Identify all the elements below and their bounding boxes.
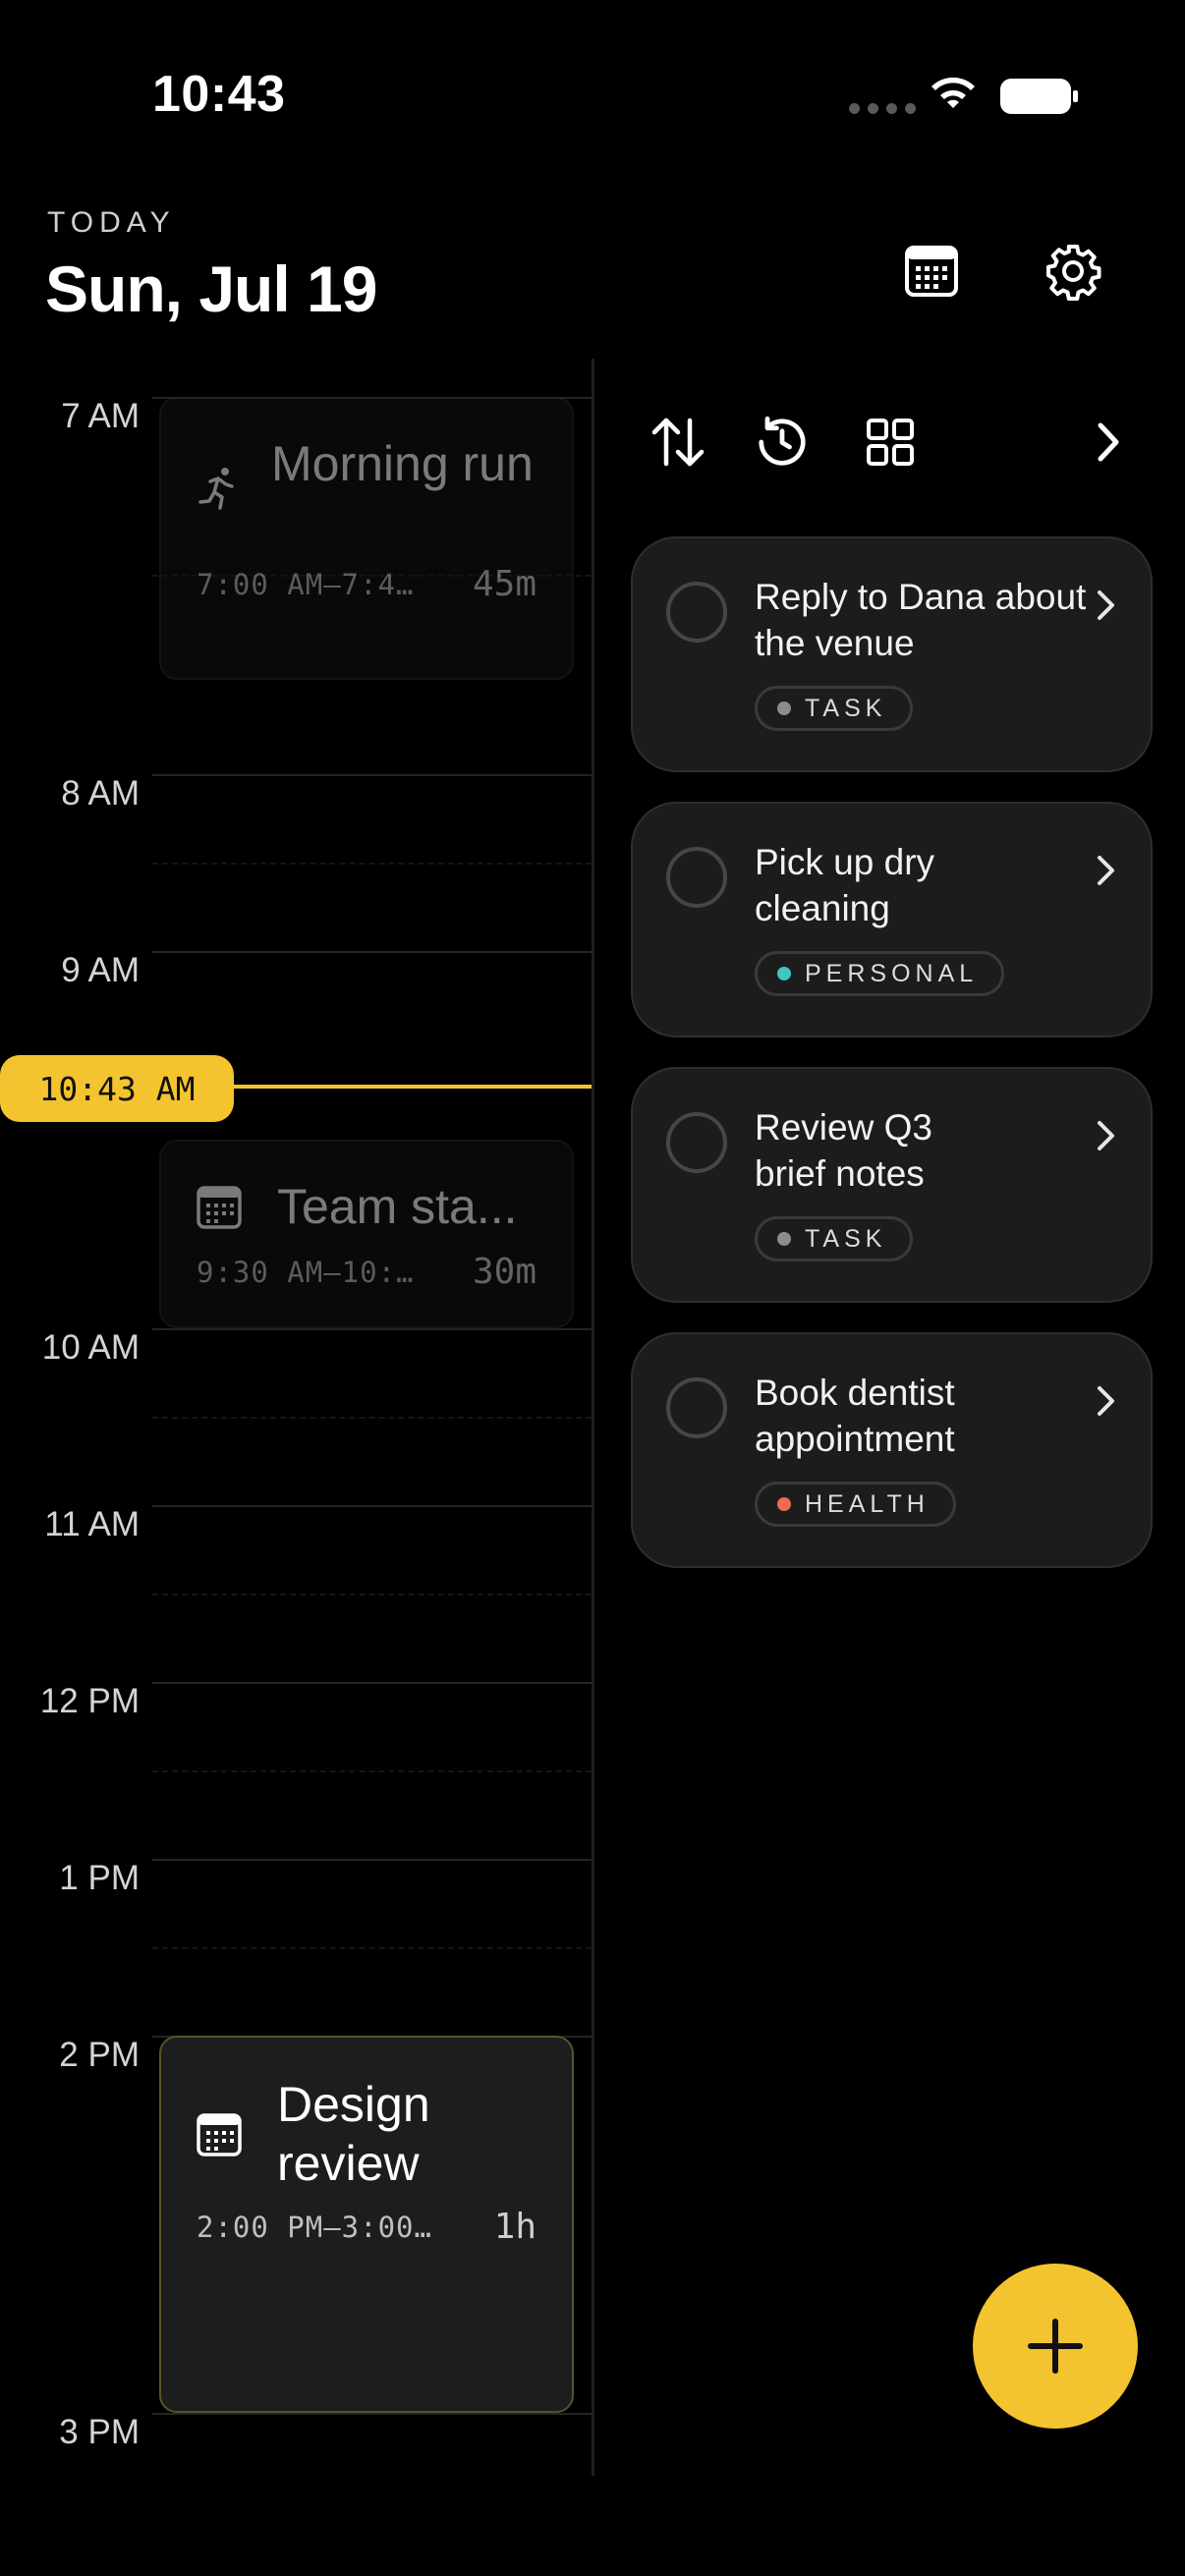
tag-label: TASK — [805, 1224, 887, 1253]
history-button[interactable] — [751, 411, 814, 474]
hour-label: 9 AM — [61, 951, 140, 989]
calendar-icon — [197, 1186, 242, 1229]
task-card[interactable]: Review Q3 brief notes TASK — [631, 1067, 1153, 1303]
chevron-right-icon — [1098, 1121, 1114, 1150]
hour-line — [152, 1505, 592, 1507]
grid-view-button[interactable] — [859, 411, 922, 474]
tag-dot — [777, 1232, 791, 1246]
task-card[interactable]: Pick up dry cleaning PERSONAL — [631, 802, 1153, 1037]
hour-label: 10 AM — [41, 1328, 140, 1367]
calendar-icon — [197, 2113, 242, 2156]
page-title: Sun, Jul 19 — [45, 252, 377, 325]
current-time-line — [197, 1085, 592, 1089]
task-tag: PERSONAL — [755, 951, 1005, 996]
add-button[interactable] — [973, 2264, 1138, 2429]
sort-button[interactable] — [647, 411, 709, 474]
task-checkbox[interactable] — [666, 1112, 727, 1173]
half-hour-line — [152, 1947, 592, 1949]
hour-line — [152, 1682, 592, 1684]
event-duration: 1h — [493, 2207, 536, 2247]
event-design-review[interactable]: Design review 2:00 PM–3:00… 1h — [159, 2036, 574, 2413]
task-tag: HEALTH — [755, 1482, 956, 1527]
task-title: Book dentist appointment — [755, 1372, 955, 1459]
event-title: Design review — [277, 2077, 430, 2191]
task-title: Reply to Dana about the venue — [755, 577, 1087, 663]
event-title: Morning run — [271, 436, 534, 491]
task-checkbox[interactable] — [666, 1377, 727, 1438]
hour-label: 8 AM — [61, 774, 140, 812]
wifi-icon — [931, 77, 975, 108]
event-team-standup[interactable]: Team sta... 9:30 AM–10:… 30m — [159, 1140, 574, 1328]
hour-line — [152, 1328, 592, 1330]
hour-label: 2 PM — [59, 2036, 140, 2074]
hour-label: 7 AM — [61, 397, 140, 435]
task-checkbox[interactable] — [666, 847, 727, 908]
plus-icon — [1028, 2319, 1083, 2374]
task-title: Review Q3 brief notes — [755, 1107, 932, 1194]
calendar-button[interactable] — [902, 242, 961, 301]
half-hour-line — [152, 1594, 592, 1596]
battery-icon — [1000, 79, 1078, 114]
event-time: 9:30 AM–10:… — [197, 1256, 415, 1289]
current-time-badge: 10:43 AM — [0, 1055, 234, 1122]
task-tag: TASK — [755, 1216, 914, 1261]
status-time: 10:43 — [152, 66, 286, 123]
chevron-right-icon — [1098, 856, 1114, 885]
chevron-right-icon — [1098, 422, 1119, 462]
hour-line — [152, 1859, 592, 1861]
event-time: 7:00 AM–7:4… — [197, 568, 415, 601]
calendar-icon — [905, 246, 958, 297]
grid-icon — [867, 419, 914, 466]
hour-label: 3 PM — [59, 2413, 140, 2451]
today-label: TODAY — [47, 206, 176, 239]
hour-line — [152, 2413, 592, 2415]
settings-button[interactable] — [1044, 242, 1102, 301]
task-card[interactable]: Book dentist appointment HEALTH — [631, 1332, 1153, 1568]
event-morning-run[interactable]: Morning run 7:00 AM–7:4… 45m — [159, 397, 574, 680]
running-icon — [198, 468, 234, 510]
tag-dot — [777, 967, 791, 980]
chevron-right-icon — [1098, 1386, 1114, 1416]
hour-label: 12 PM — [39, 1682, 140, 1720]
event-duration: 30m — [472, 1252, 536, 1292]
half-hour-line — [152, 863, 592, 865]
hour-label: 1 PM — [59, 1859, 140, 1897]
half-hour-line — [152, 1770, 592, 1772]
task-tag: TASK — [755, 686, 914, 731]
event-time: 2:00 PM–3:00… — [197, 2211, 432, 2244]
hour-label: 11 AM — [44, 1505, 140, 1543]
event-duration: 45m — [472, 564, 536, 604]
task-title: Pick up dry cleaning — [755, 842, 935, 928]
tag-dot — [777, 1497, 791, 1511]
event-title: Team sta... — [277, 1179, 518, 1234]
tag-label: HEALTH — [805, 1489, 930, 1518]
hour-line — [152, 951, 592, 953]
sort-icon — [651, 418, 705, 467]
panel-divider — [592, 359, 594, 2476]
task-card[interactable]: Reply to Dana about the venue TASK — [631, 536, 1153, 772]
gear-icon — [1046, 245, 1101, 301]
tag-dot — [777, 701, 791, 715]
chevron-right-icon — [1098, 590, 1114, 620]
history-icon — [759, 416, 806, 466]
hour-line — [152, 774, 592, 776]
task-checkbox[interactable] — [666, 582, 727, 643]
tag-label: TASK — [805, 694, 887, 722]
half-hour-line — [152, 1417, 592, 1419]
tag-label: PERSONAL — [805, 959, 979, 987]
next-button[interactable] — [1077, 411, 1140, 474]
cellular-signal-icon — [849, 103, 916, 114]
